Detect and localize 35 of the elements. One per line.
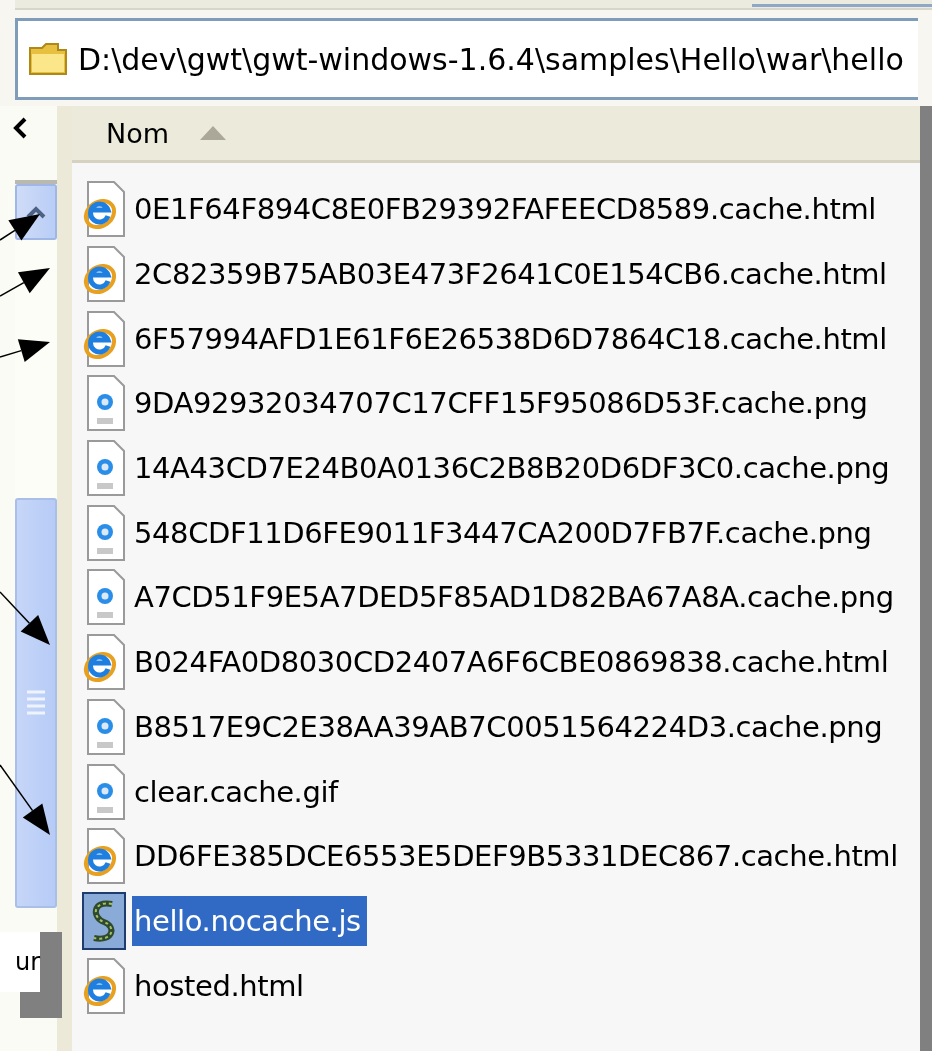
ie-document-icon bbox=[82, 956, 126, 1015]
file-name[interactable]: clear.cache.gif bbox=[132, 766, 344, 817]
annotation-arrow bbox=[0, 339, 50, 363]
file-name[interactable]: hosted.html bbox=[132, 960, 310, 1011]
file-name[interactable]: 14A43CD7E24B0A0136C2B8B20D6DF3C0.cache.png bbox=[132, 443, 896, 494]
file-name[interactable]: hello.nocache.js bbox=[132, 895, 367, 946]
annotation-arrow bbox=[0, 268, 50, 297]
scroll-thumb[interactable] bbox=[15, 498, 57, 908]
ie-document-icon bbox=[82, 633, 126, 692]
annotation-arrow bbox=[0, 591, 50, 645]
file-name[interactable]: A7CD51F9E5A7DED5F85AD1D82BA67A8A.cache.png bbox=[132, 572, 900, 623]
chevron-up-icon bbox=[26, 205, 46, 219]
grip-icon bbox=[27, 690, 45, 716]
ie-document-icon bbox=[82, 245, 126, 304]
column-header[interactable]: Nom bbox=[72, 106, 920, 163]
file-name[interactable]: 548CDF11D6FE9011F3447CA200D7FB7F.cache.png bbox=[132, 507, 878, 558]
file-name[interactable]: 9DA92932034707C17CFF15F95086D53F.cache.png bbox=[132, 378, 874, 429]
file-name[interactable]: B8517E9C2E38AA39AB7C0051564224D3.cache.png bbox=[132, 701, 889, 752]
ie-document-icon bbox=[82, 827, 126, 886]
annotation-arrow bbox=[0, 214, 40, 241]
ie-document-icon bbox=[82, 180, 126, 239]
script-file-icon bbox=[82, 891, 126, 950]
folder-path: D:\dev\gwt\gwt-windows-1.6.4\samples\Hello\war\hello bbox=[78, 41, 904, 77]
folder-icon bbox=[28, 42, 68, 76]
annotation-arrow bbox=[0, 764, 50, 835]
file-name[interactable]: 6F57994AFD1E61F6E26538D6D7864C18.cache.html bbox=[132, 313, 893, 364]
file-name[interactable]: 2C82359B75AB03E473F2641C0E154CB6.cache.html bbox=[132, 249, 893, 300]
side-label: ur bbox=[0, 932, 40, 992]
chevron-left-icon[interactable] bbox=[12, 116, 28, 140]
file-name[interactable]: DD6FE385DCE6553E5DEF9B5331DEC867.cache.html bbox=[132, 831, 904, 882]
column-label: Nom bbox=[106, 117, 170, 149]
file-name[interactable]: 0E1F64F894C8E0FB29392FAFEECD8589.cache.html bbox=[132, 184, 882, 235]
file-name[interactable]: B024FA0D8030CD2407A6F6CBE0869838.cache.html bbox=[132, 637, 895, 688]
address-bar[interactable]: D:\dev\gwt\gwt-windows-1.6.4\samples\Hello\war\hello bbox=[15, 18, 918, 100]
ie-document-icon bbox=[82, 309, 126, 368]
